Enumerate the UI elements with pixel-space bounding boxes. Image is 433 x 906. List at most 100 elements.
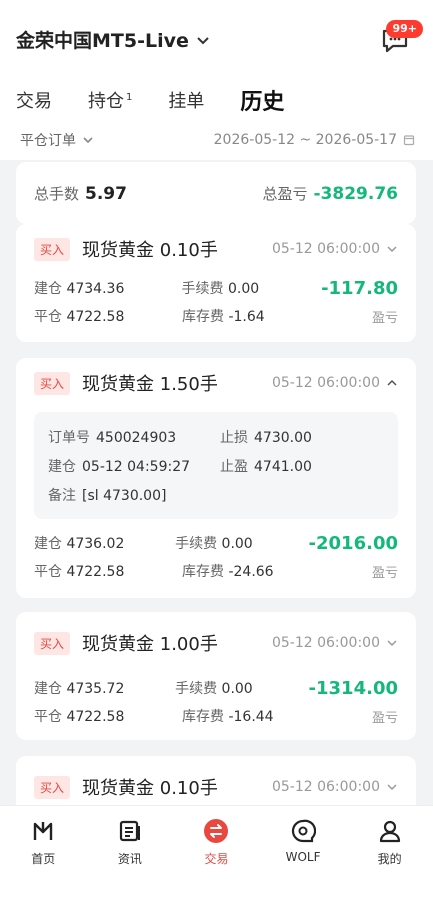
product-label: 现货黄金 bbox=[82, 778, 155, 799]
tab-positions[interactable]: 持仓 1 bbox=[88, 87, 132, 113]
profile-icon bbox=[379, 820, 400, 843]
swap-value: -1.64 bbox=[228, 309, 265, 325]
nav-label: 我的 bbox=[377, 852, 402, 866]
order-header: 买入 现货黄金 0.10手 05-12 06:00:00 bbox=[34, 224, 398, 274]
trade-icon bbox=[204, 819, 229, 843]
nav-news[interactable]: 资讯 bbox=[100, 818, 160, 906]
fee-value: 0.00 bbox=[221, 681, 253, 697]
swap-label: 库存费 bbox=[182, 309, 224, 325]
nav-label: 首页 bbox=[31, 852, 56, 866]
pl-label: 盈亏 bbox=[371, 565, 398, 581]
expand-toggle[interactable]: 05-12 06:00:00 bbox=[272, 241, 398, 257]
date-range-picker[interactable]: 2026-05-12 ~ 2026-05-17 bbox=[214, 132, 415, 148]
nav-profile[interactable]: 我的 bbox=[360, 818, 420, 906]
take-profit-value: 4741.00 bbox=[254, 458, 312, 475]
total-lots-label: 总手数 bbox=[34, 184, 80, 203]
total-pl-value: -3829.76 bbox=[313, 183, 399, 204]
notification-badge: 99+ bbox=[386, 20, 423, 38]
open-time: 05-12 04:59:27 bbox=[82, 458, 191, 475]
order-row-close: 平仓 4722.58 库存费 -16.44 盈亏 bbox=[34, 702, 398, 730]
tab-label: 交易 bbox=[16, 91, 52, 112]
expand-toggle[interactable]: 05-12 06:00:00 bbox=[272, 635, 398, 651]
order-header: 买入 现货黄金 1.00手 05-12 06:00:00 bbox=[34, 612, 398, 674]
order-row-open: 建仓 4734.36 手续费 0.00 -117.80 bbox=[34, 274, 398, 302]
open-label: 建仓 bbox=[34, 536, 62, 552]
side-tag: 买入 bbox=[34, 631, 71, 655]
open-price: 4734.36 bbox=[66, 281, 125, 297]
side-tag: 买入 bbox=[34, 371, 71, 395]
close-price: 4722.58 bbox=[66, 709, 125, 725]
order-type-label: 平仓订单 bbox=[20, 133, 76, 149]
lots-label: 0.10手 bbox=[159, 240, 218, 261]
side-tag: 买入 bbox=[34, 775, 71, 799]
close-price: 4722.58 bbox=[66, 564, 125, 580]
product-name: 现货黄金 0.10手 bbox=[82, 236, 218, 262]
lots-label: 0.10手 bbox=[159, 778, 218, 799]
positions-count: 1 bbox=[126, 92, 133, 103]
fee-label: 手续费 bbox=[175, 681, 218, 697]
chevron-down-icon bbox=[83, 137, 93, 144]
order-header: 买入 现货黄金 1.50手 05-12 06:00:00 bbox=[34, 358, 398, 408]
close-label: 平仓 bbox=[34, 709, 62, 725]
swap-label: 库存费 bbox=[182, 564, 224, 580]
product-name: 现货黄金 1.00手 bbox=[82, 630, 218, 656]
product-label: 现货黄金 bbox=[82, 634, 155, 655]
total-lots-value: 5.97 bbox=[85, 183, 127, 204]
expand-toggle[interactable]: 05-12 06:00:00 bbox=[272, 779, 398, 795]
order-pl: -117.80 bbox=[321, 277, 398, 299]
bottom-navigation: 首页 资讯 交易 WOLF 我的 bbox=[0, 806, 433, 906]
nav-home[interactable]: 首页 bbox=[13, 818, 73, 906]
close-label: 平仓 bbox=[34, 309, 62, 325]
fee-label: 手续费 bbox=[181, 281, 224, 297]
order-row-close: 平仓 4722.58 库存费 -1.64 盈亏 bbox=[34, 302, 398, 330]
chevron-up-icon bbox=[387, 379, 397, 386]
order-detail-panel: 订单号 450024903 止损 4730.00 建仓 05-12 04:59:27 … bbox=[34, 412, 398, 519]
chevron-down-icon bbox=[387, 246, 397, 253]
total-pl-label: 总盈亏 bbox=[262, 184, 308, 203]
order-type-dropdown[interactable]: 平仓订单 bbox=[20, 130, 94, 150]
tab-history[interactable]: 历史 bbox=[240, 84, 284, 116]
app-header: 金荣中国MT5-Live 99+ bbox=[0, 0, 433, 80]
order-card[interactable]: 买入 现货黄金 1.00手 05-12 06:00:00 建仓 4735.72 … bbox=[16, 612, 416, 740]
tab-pending[interactable]: 挂单 bbox=[168, 87, 204, 113]
open-price: 4736.02 bbox=[66, 536, 125, 552]
news-icon bbox=[119, 820, 140, 842]
history-summary: 总手数 5.97 总盈亏 -3829.76 bbox=[16, 162, 416, 224]
fee-value: 0.00 bbox=[221, 536, 253, 552]
lots-label: 1.00手 bbox=[159, 634, 218, 655]
take-profit-label: 止盈 bbox=[220, 458, 248, 475]
date-range: 2026-05-12 ~ 2026-05-17 bbox=[213, 132, 397, 148]
note-label: 备注 bbox=[48, 487, 76, 504]
open-time-label: 建仓 bbox=[48, 458, 76, 475]
order-row-close: 平仓 4722.58 库存费 -24.66 盈亏 bbox=[34, 557, 398, 585]
product-name: 现货黄金 0.10手 bbox=[82, 774, 218, 800]
order-card[interactable]: 买入 现货黄金 0.10手 05-12 06:00:00 建仓 4734.36 … bbox=[16, 224, 416, 342]
account-selector[interactable]: 金荣中国MT5-Live bbox=[16, 26, 211, 53]
history-filter: 平仓订单 2026-05-12 ~ 2026-05-17 bbox=[0, 120, 433, 160]
collapse-toggle[interactable]: 05-12 06:00:00 bbox=[272, 375, 398, 391]
product-label: 现货黄金 bbox=[82, 240, 155, 261]
nav-wolf[interactable]: WOLF bbox=[273, 818, 333, 906]
pl-label: 盈亏 bbox=[371, 710, 398, 726]
order-time: 05-12 06:00:00 bbox=[271, 241, 380, 257]
swap-label: 库存费 bbox=[182, 709, 224, 725]
chat-icon bbox=[291, 819, 317, 843]
nav-label: 资讯 bbox=[117, 852, 142, 866]
order-card[interactable]: 买入 现货黄金 1.50手 05-12 06:00:00 订单号 45002490… bbox=[16, 358, 416, 598]
swap-value: -16.44 bbox=[228, 709, 274, 725]
order-pl: -2016.00 bbox=[308, 532, 398, 554]
total-lots: 总手数 5.97 bbox=[34, 183, 127, 204]
close-price: 4722.58 bbox=[66, 309, 125, 325]
stop-loss-value: 4730.00 bbox=[254, 429, 312, 446]
open-price: 4735.72 bbox=[66, 681, 125, 697]
pl-label: 盈亏 bbox=[371, 310, 398, 326]
tab-trade[interactable]: 交易 bbox=[16, 87, 52, 113]
close-label: 平仓 bbox=[34, 564, 62, 580]
order-id: 450024903 bbox=[96, 429, 177, 446]
nav-trade[interactable]: 交易 bbox=[186, 818, 246, 906]
tab-label: 持仓 bbox=[88, 91, 124, 112]
product-name: 现货黄金 1.50手 bbox=[82, 370, 218, 396]
tab-label: 历史 bbox=[240, 90, 285, 115]
order-pl: -1314.00 bbox=[308, 677, 398, 699]
chevron-down-icon bbox=[387, 784, 397, 791]
